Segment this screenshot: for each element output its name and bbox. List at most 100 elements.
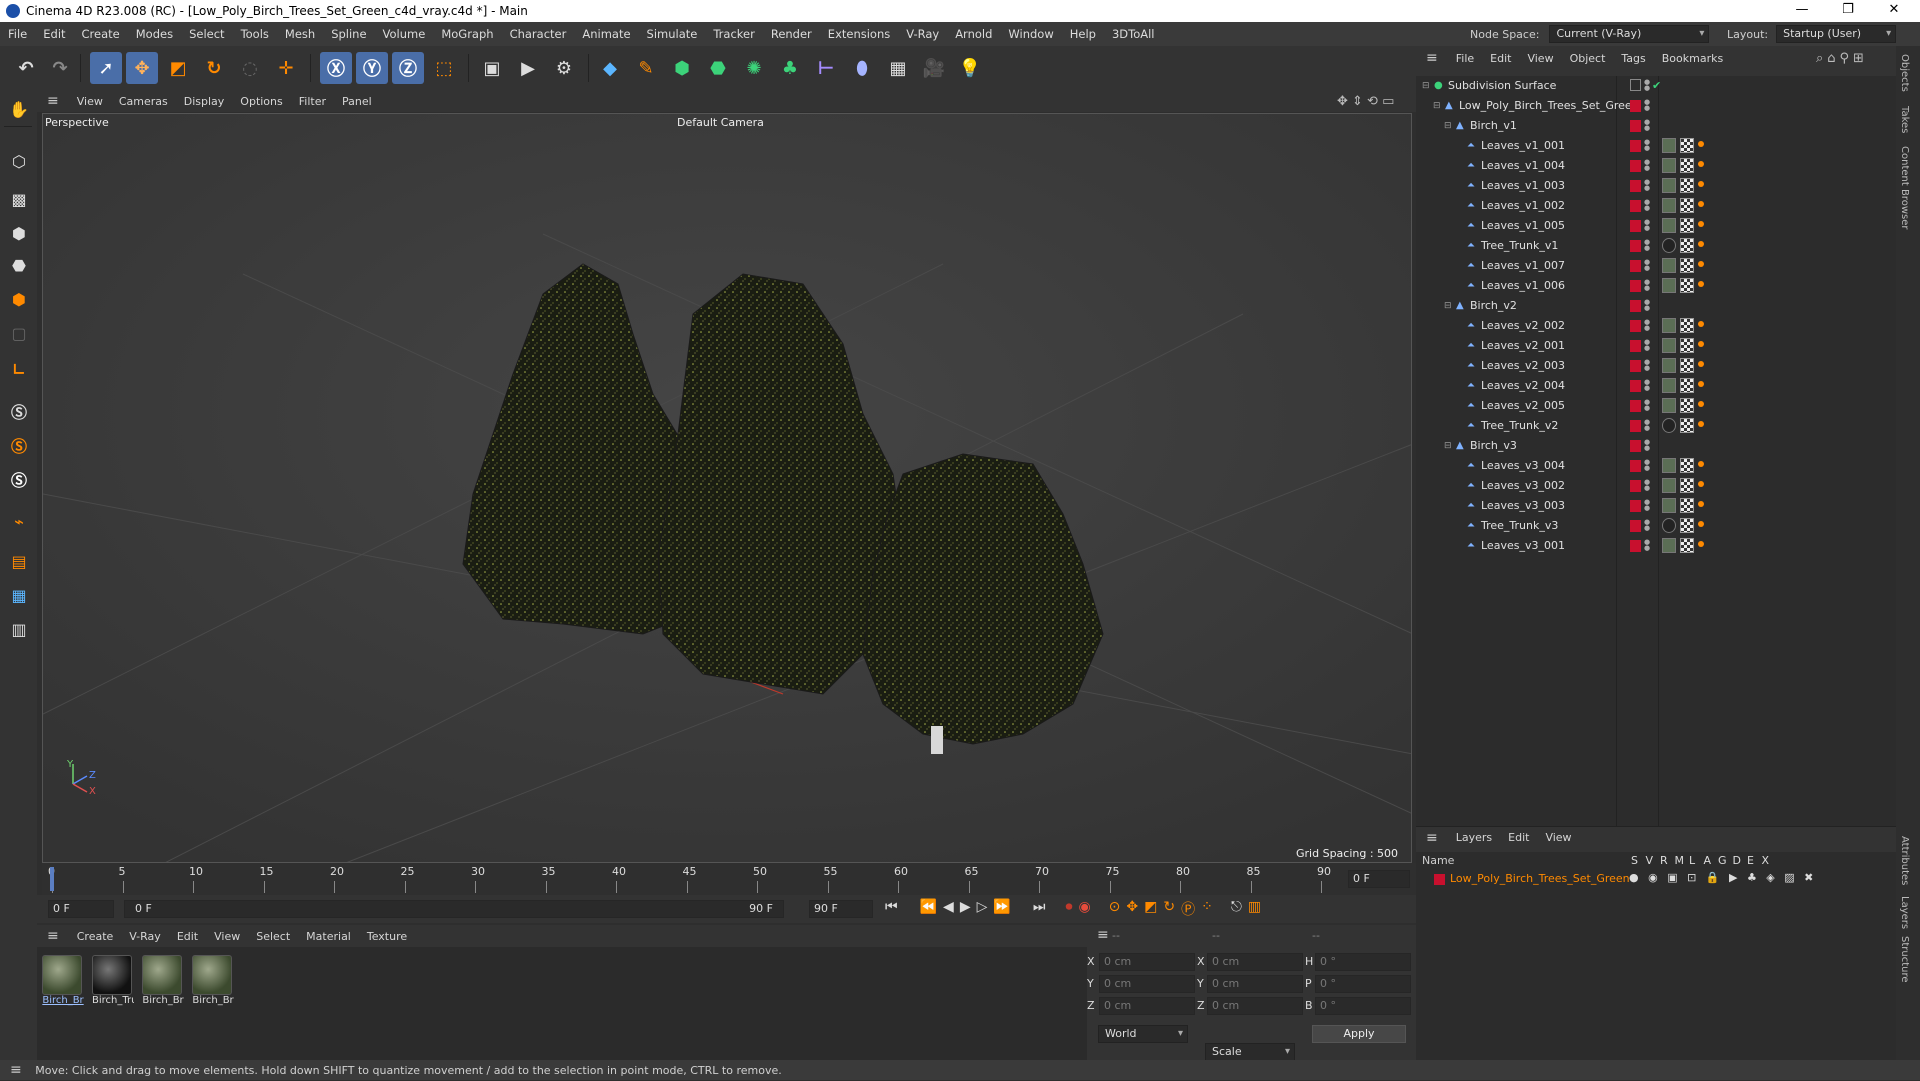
uvw-tag-icon[interactable] (1680, 418, 1694, 433)
playhead[interactable] (50, 867, 54, 891)
material-tag-icon[interactable] (1662, 338, 1676, 353)
motion-clip-icon[interactable]: ⎋ (1231, 899, 1242, 919)
uvw-tag-icon[interactable] (1680, 138, 1694, 153)
tab-content-browser[interactable]: Content Browser (1899, 146, 1910, 229)
menu-select[interactable]: Select (181, 22, 232, 46)
visibility-dots-icon[interactable]: ● ● (1644, 539, 1650, 552)
coord-position-field[interactable]: 0 cm (1099, 953, 1195, 971)
material-tag-icon[interactable] (1662, 198, 1676, 213)
viewport-menu-options[interactable]: Options (232, 95, 290, 108)
material-swatch[interactable]: Birch_Br (192, 955, 234, 1006)
menu-tracker[interactable]: Tracker (705, 22, 763, 46)
vray-tag-icon[interactable] (1698, 161, 1704, 167)
object-row[interactable]: ⏶ Leaves_v1_004 ● ● (1416, 156, 1896, 176)
material-menu-create[interactable]: Create (69, 930, 122, 943)
visibility-dots-icon[interactable]: ● ● (1644, 299, 1650, 312)
vray-tag-icon[interactable] (1698, 341, 1704, 347)
viewport-camera[interactable]: Default Camera (677, 116, 764, 129)
object-row[interactable]: ⏶ Leaves_v2_004 ● ● (1416, 376, 1896, 396)
uvw-tag-icon[interactable] (1680, 258, 1694, 273)
visibility-dots-icon[interactable]: ● ● (1644, 79, 1650, 92)
menu-modes[interactable]: Modes (128, 22, 181, 46)
visibility-dots-icon[interactable]: ● ● (1644, 439, 1650, 452)
uvw-tag-icon[interactable] (1680, 278, 1694, 293)
snap-icon[interactable]: Ⓢ (4, 396, 34, 426)
apply-button[interactable]: Apply (1312, 1025, 1406, 1043)
current-frame-field[interactable]: 0 F (1348, 870, 1410, 888)
key-position-icon[interactable]: ✥ (1126, 899, 1138, 919)
vray-tag-icon[interactable] (1698, 541, 1704, 547)
material-menu-v-ray[interactable]: V-Ray (121, 930, 169, 943)
material-tag-icon[interactable] (1662, 418, 1676, 433)
status-hamburger-icon[interactable]: ≡ (0, 1062, 32, 1078)
field-icon[interactable]: ⬮ (846, 52, 878, 84)
material-tag-icon[interactable] (1662, 178, 1676, 193)
coord-rotation-field[interactable]: 0 ° (1315, 975, 1411, 993)
extrude-icon[interactable]: ⬣ (702, 52, 734, 84)
material-tag-icon[interactable] (1662, 518, 1676, 533)
vray-tag-icon[interactable] (1698, 201, 1704, 207)
workplane-icon[interactable]: ▤ (4, 546, 34, 576)
object-row[interactable]: ⏶ Leaves_v2_002 ● ● (1416, 316, 1896, 336)
material-tag-icon[interactable] (1662, 378, 1676, 393)
mograph-icon[interactable]: ♣ (774, 52, 806, 84)
material-hamburger-icon[interactable]: ≡ (37, 928, 69, 944)
close-icon[interactable]: ✕ (1872, 0, 1916, 22)
layer-column-g[interactable]: G (1718, 854, 1727, 867)
expand-toggle-icon[interactable]: ⊟ (1444, 436, 1452, 456)
menu-extensions[interactable]: Extensions (820, 22, 898, 46)
light-icon[interactable]: 💡 (954, 52, 986, 84)
rotate-tool-icon[interactable]: ↻ (198, 52, 230, 84)
visibility-dots-icon[interactable]: ● ● (1644, 119, 1650, 132)
layer-color-flag[interactable] (1630, 380, 1641, 392)
uvw-tag-icon[interactable] (1680, 318, 1694, 333)
perspective-viewport[interactable]: Y Z X Perspective Default Camera Grid Sp… (42, 113, 1412, 863)
minimize-icon[interactable]: — (1780, 0, 1824, 22)
visibility-dots-icon[interactable]: ● ● (1644, 259, 1650, 272)
expand-toggle-icon[interactable]: ⊟ (1422, 76, 1430, 96)
keyframe-selection-icon[interactable]: ⊙ (1109, 899, 1121, 919)
visibility-dots-icon[interactable]: ● ● (1644, 179, 1650, 192)
go-to-end-icon[interactable]: ⏭ (1033, 899, 1046, 919)
coord-size-field[interactable]: 0 cm (1207, 997, 1303, 1015)
material-tag-icon[interactable] (1662, 238, 1676, 253)
object-search-icons[interactable]: ⌕⌂⚲⊞ (1816, 51, 1868, 66)
object-row[interactable]: ⏶ Leaves_v2_003 ● ● (1416, 356, 1896, 376)
cube-primitive-icon[interactable]: ◆ (594, 52, 626, 84)
object-row[interactable]: ⏶ Leaves_v1_007 ● ● (1416, 256, 1896, 276)
uvw-tag-icon[interactable] (1680, 518, 1694, 533)
tab-takes[interactable]: Takes (1899, 106, 1910, 133)
visibility-dots-icon[interactable]: ● ● (1644, 199, 1650, 212)
layer-toggle-icons[interactable]: ● ◉ ▣ ⊡ 🔒 ▶ ♣ ◈ ▨ ✖ (1629, 871, 1816, 884)
uvw-tag-icon[interactable] (1680, 478, 1694, 493)
material-swatch[interactable]: Birch_Br (142, 955, 184, 1006)
uvw-tag-icon[interactable] (1680, 458, 1694, 473)
layer-color-flag[interactable] (1630, 120, 1641, 132)
polygon-mode-icon[interactable]: ⬢ (4, 284, 34, 314)
layer-color-flag[interactable] (1630, 300, 1641, 312)
layer-column-l[interactable]: L (1689, 854, 1695, 867)
grid-icon[interactable]: ▦ (4, 580, 34, 610)
magnet-icon[interactable]: ⌁ (4, 506, 34, 536)
visibility-dots-icon[interactable]: ● ● (1644, 459, 1650, 472)
layer-column-x[interactable]: X (1762, 854, 1770, 867)
vray-tag-icon[interactable] (1698, 381, 1704, 387)
material-menu-view[interactable]: View (206, 930, 248, 943)
vray-tag-icon[interactable] (1698, 221, 1704, 227)
uvw-tag-icon[interactable] (1680, 218, 1694, 233)
material-tag-icon[interactable] (1662, 498, 1676, 513)
layers-menu-view[interactable]: View (1537, 831, 1579, 844)
coord-size-dropdown[interactable]: Scale (1205, 1043, 1295, 1061)
expand-toggle-icon[interactable]: ⊟ (1433, 96, 1441, 116)
visibility-dots-icon[interactable]: ● ● (1644, 359, 1650, 372)
visibility-dots-icon[interactable]: ● ● (1644, 419, 1650, 432)
object-row[interactable]: ⏶ Tree_Trunk_v1 ● ● (1416, 236, 1896, 256)
coord-position-field[interactable]: 0 cm (1099, 975, 1195, 993)
viewport-menu-display[interactable]: Display (176, 95, 233, 108)
material-tag-icon[interactable] (1662, 258, 1676, 273)
visibility-dots-icon[interactable]: ● ● (1644, 399, 1650, 412)
subdivision-surface-icon[interactable]: ⬢ (666, 52, 698, 84)
material-tag-icon[interactable] (1662, 398, 1676, 413)
layers-hamburger-icon[interactable]: ≡ (1416, 830, 1448, 846)
layer-color-flag[interactable] (1630, 400, 1641, 412)
